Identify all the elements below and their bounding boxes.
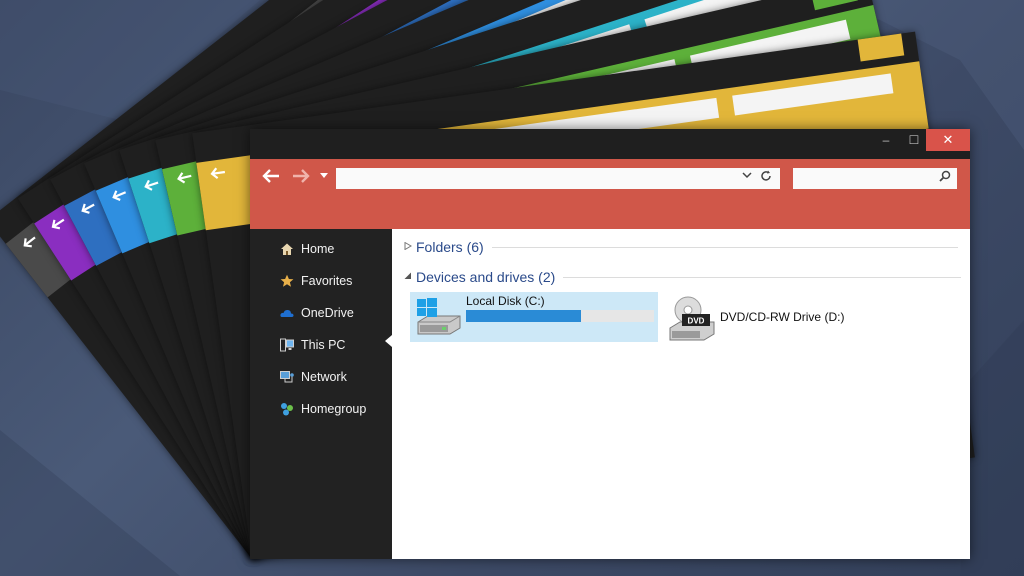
address-dropdown-icon[interactable]: [742, 170, 752, 183]
maximize-button[interactable]: ☐: [902, 129, 926, 151]
drive-label: DVD/CD-RW Drive (D:): [720, 310, 845, 324]
sidebar-item-this-pc[interactable]: This PC: [280, 334, 345, 356]
sidebar-item-label: Home: [301, 242, 335, 256]
back-arrow-icon[interactable]: [262, 167, 280, 188]
drive-tile-dvd-d[interactable]: DVD DVD/CD-RW Drive (D:): [664, 292, 864, 342]
refresh-icon[interactable]: [760, 170, 772, 185]
sidebar-item-home[interactable]: Home: [280, 238, 334, 260]
network-icon: [280, 370, 294, 384]
sidebar-item-label: OneDrive: [301, 306, 354, 320]
star-icon: [280, 274, 294, 288]
hard-drive-icon: [414, 298, 462, 343]
folders-group-label: Folders (6): [416, 239, 484, 255]
sidebar-item-label: Favorites: [301, 274, 353, 288]
folders-group-header[interactable]: Folders (6): [404, 239, 958, 255]
content-pane: Folders (6) Devices and drives (2) Local…: [392, 229, 970, 559]
sidebar-item-label: This PC: [301, 338, 346, 352]
dvd-drive-icon: DVD: [666, 294, 718, 347]
home-icon: [280, 242, 294, 256]
expand-triangle-icon[interactable]: [404, 241, 416, 252]
fan-back-arrow-icon: [209, 165, 227, 185]
dvd-badge: DVD: [688, 317, 705, 326]
drive-usage-bar: [466, 310, 654, 322]
sidebar-item-onedrive[interactable]: OneDrive: [280, 302, 354, 324]
search-icon[interactable]: [939, 170, 951, 185]
sidebar-item-label: Network: [301, 370, 347, 384]
drive-tile-local-disk-c[interactable]: Local Disk (C:): [410, 292, 658, 342]
sidebar-item-network[interactable]: Network: [280, 366, 347, 388]
selection-pointer-icon: [385, 335, 392, 347]
devices-group-header[interactable]: Devices and drives (2): [404, 269, 962, 285]
devices-group-label: Devices and drives (2): [416, 269, 556, 285]
homegroup-icon: [280, 402, 294, 416]
close-button[interactable]: ✕: [926, 129, 970, 151]
forward-arrow-icon[interactable]: [292, 167, 310, 188]
navigation-bar: [250, 159, 970, 229]
sidebar-item-label: Homegroup: [301, 402, 367, 416]
computer-icon: [280, 338, 294, 352]
address-bar[interactable]: [336, 168, 780, 189]
minimize-button[interactable]: –: [874, 129, 898, 151]
navigation-pane: Home Favorites OneDrive This PC Network: [250, 229, 392, 559]
cloud-icon: [280, 306, 294, 320]
divider: [491, 246, 958, 248]
file-explorer-window: – ☐ ✕ Home Favorites OneDrive This PC Ne…: [250, 129, 970, 559]
title-bar: – ☐ ✕: [250, 129, 970, 159]
collapse-triangle-icon[interactable]: [404, 272, 416, 282]
divider: [563, 276, 962, 278]
sidebar-item-homegroup[interactable]: Homegroup: [280, 398, 366, 420]
drive-label: Local Disk (C:): [466, 294, 545, 308]
search-box[interactable]: [793, 168, 957, 189]
recent-locations-dropdown-icon[interactable]: [320, 171, 328, 181]
sidebar-item-favorites[interactable]: Favorites: [280, 270, 352, 292]
drive-usage-fill: [466, 310, 581, 322]
